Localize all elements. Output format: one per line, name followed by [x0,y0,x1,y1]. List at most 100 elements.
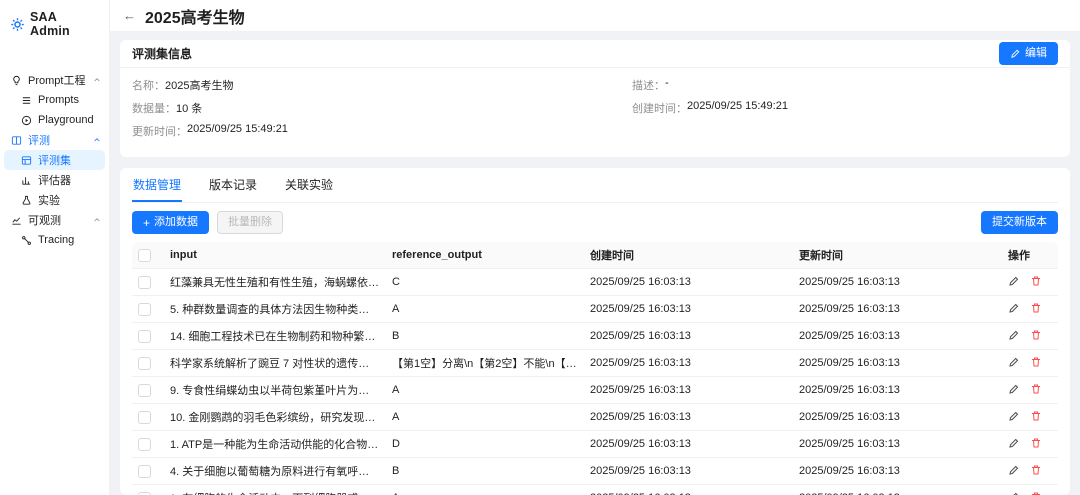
list-icon [21,95,32,106]
cell-input: 科学家系统解析了豌豆 7 对性状的遗传基础，以下为部分实验，回答下... [164,349,386,378]
tab-data-management[interactable]: 数据管理 [132,168,183,202]
sidebar-item-evaluators[interactable]: 评估器 [4,170,105,190]
row-checkbox[interactable] [138,275,151,289]
add-data-button[interactable]: + 添加数据 [132,211,210,235]
tab-linked-experiments[interactable]: 关联实验 [284,168,334,202]
edit-row-icon[interactable] [1008,464,1020,476]
cell-reference-output: A [386,403,584,432]
dataset-info-card: 评测集信息 编辑 名称： 2025高考生物 数据量： 10 条 更新时间： 20… [120,40,1070,157]
submit-version-button[interactable]: 提交新版本 [981,211,1058,235]
sidebar-section-eval[interactable]: 评测 [0,130,109,150]
cell-created: 2025/09/25 16:03:13 [584,484,793,495]
row-checkbox[interactable] [138,329,151,343]
page-title: 2025高考生物 [145,9,245,27]
back-arrow-icon[interactable]: ← [123,9,136,22]
sidebar-nav: Prompt工程 Prompts Playground 评测 评测集 评估器 实… [0,70,109,250]
table-row: 9. 专食性绢蝶幼虫以半荷包紫堇叶片为食，成体绢蝶偏好在揭叶型半... A 20… [132,376,1058,405]
sidebar-item-prompts[interactable]: Prompts [4,90,105,110]
sidebar-item-label: Prompts [38,94,79,106]
edit-row-icon[interactable] [1008,329,1020,341]
delete-row-icon[interactable] [1030,464,1042,476]
row-checkbox[interactable] [138,383,151,397]
cell-reference-output: B [386,322,584,351]
cell-reference-output: C [386,268,584,297]
cell-input: 5. 种群数量调查的具体方法因生物种类而异，下列叙述错误的是（）\... [164,295,386,324]
delete-row-icon[interactable] [1030,491,1042,495]
cell-reference-output: A [386,376,584,405]
flask-icon [21,195,32,206]
cell-created: 2025/09/25 16:03:13 [584,349,793,378]
table-row: 1. ATP是一种能为生命活动供能的化合物，下列过程不消耗ATP的是（... D… [132,430,1058,459]
bar-chart-icon [21,175,32,186]
sidebar-item-experiments[interactable]: 实验 [4,190,105,210]
column-created: 创建时间 [584,242,793,270]
cell-updated: 2025/09/25 16:03:13 [793,457,1002,486]
delete-row-icon[interactable] [1030,329,1042,341]
edit-row-icon[interactable] [1008,383,1020,395]
cell-input: 10. 金刚鹦鹉的羽毛色彩缤纷，研究发现乙醛脱氢酶能催化鹦鹉黄素的... [164,403,386,432]
delete-row-icon[interactable] [1030,410,1042,422]
delete-row-icon[interactable] [1030,275,1042,287]
row-checkbox[interactable] [138,302,151,316]
edit-row-icon[interactable] [1008,437,1020,449]
page-header: ← 2025高考生物 [110,0,1080,31]
cell-created: 2025/09/25 16:03:13 [584,430,793,459]
field-name: 名称： 2025高考生物 [132,80,234,92]
card-title: 评测集信息 [132,47,193,61]
column-input: input [164,242,386,270]
table-header-row: input reference_output 创建时间 更新时间 操作 [132,242,1058,270]
table-row: 4. 关于细胞以葡萄糖为原料进行有氧呼吸和无氧呼吸的过程，下列说法... B 2… [132,457,1058,486]
app-title: SAA Admin [30,10,70,38]
column-updated: 更新时间 [793,242,1002,270]
edit-row-icon[interactable] [1008,491,1020,495]
delete-row-icon[interactable] [1030,383,1042,395]
sidebar-section-observe[interactable]: 可观测 [0,210,109,230]
delete-row-icon[interactable] [1030,356,1042,368]
edit-row-icon[interactable] [1008,356,1020,368]
table-row: 10. 金刚鹦鹉的羽毛色彩缤纷，研究发现乙醛脱氢酶能催化鹦鹉黄素的... A 2… [132,403,1058,432]
app-root: SAA Admin Prompt工程 Prompts Playground 评测… [0,0,1080,495]
chevron-up-icon [93,136,101,144]
row-checkbox[interactable] [138,410,151,424]
field-count: 数据量： 10 条 [132,103,203,115]
cell-reference-output: 【第1空】分离\n【第2空】不能\n【第3空】基因突变的频率很低\n【第... [386,349,584,378]
select-all-cell [132,242,164,270]
cell-reference-output: D [386,430,584,459]
sidebar-item-playground[interactable]: Playground [4,110,105,130]
gear-icon [10,17,25,32]
pencil-icon [1010,48,1021,59]
cell-input: 14. 细胞工程技术已在生物制药和物种繁育等领域得到了广泛应用。下... [164,322,386,351]
tab-version-history[interactable]: 版本记录 [208,168,258,202]
info-left-column: 名称： 2025高考生物 数据量： 10 条 更新时间： 2025/09/25 … [132,77,632,146]
row-checkbox[interactable] [138,356,151,370]
delete-row-icon[interactable] [1030,302,1042,314]
row-checkbox[interactable] [138,464,151,478]
cell-updated: 2025/09/25 16:03:13 [793,322,1002,351]
cell-input: 4. 关于细胞以葡萄糖为原料进行有氧呼吸和无氧呼吸的过程，下列说法... [164,457,386,486]
delete-row-icon[interactable] [1030,437,1042,449]
cell-updated: 2025/09/25 16:03:13 [793,295,1002,324]
main-area: ← 2025高考生物 评测集信息 编辑 名称： 2025高考生物 数据量： 10… [110,0,1080,495]
row-checkbox[interactable] [138,437,151,451]
edit-row-icon[interactable] [1008,275,1020,287]
cell-updated: 2025/09/25 16:03:13 [793,376,1002,405]
edit-button[interactable]: 编辑 [999,41,1058,66]
chevron-up-icon [93,216,101,224]
field-created: 创建时间： 2025/09/25 15:49:21 [632,100,788,115]
cell-updated: 2025/09/25 16:03:13 [793,349,1002,378]
sidebar-section-label: 评测 [28,135,50,147]
sidebar-section-prompt[interactable]: Prompt工程 [0,70,109,90]
sidebar-item-tracing[interactable]: Tracing [4,230,105,250]
trace-icon [21,235,32,246]
select-all-checkbox[interactable] [138,248,151,262]
sidebar-item-label: Tracing [38,234,75,246]
sidebar-item-label: 评测集 [38,155,71,167]
chevron-up-icon [93,76,101,84]
sidebar-item-eval-sets[interactable]: 评测集 [4,150,105,170]
edit-row-icon[interactable] [1008,410,1020,422]
cell-reference-output: A [386,484,584,495]
cell-updated: 2025/09/25 16:03:13 [793,403,1002,432]
sidebar-section-label: 可观测 [28,215,61,227]
batch-delete-button[interactable]: 批量删除 [217,211,284,235]
edit-row-icon[interactable] [1008,302,1020,314]
